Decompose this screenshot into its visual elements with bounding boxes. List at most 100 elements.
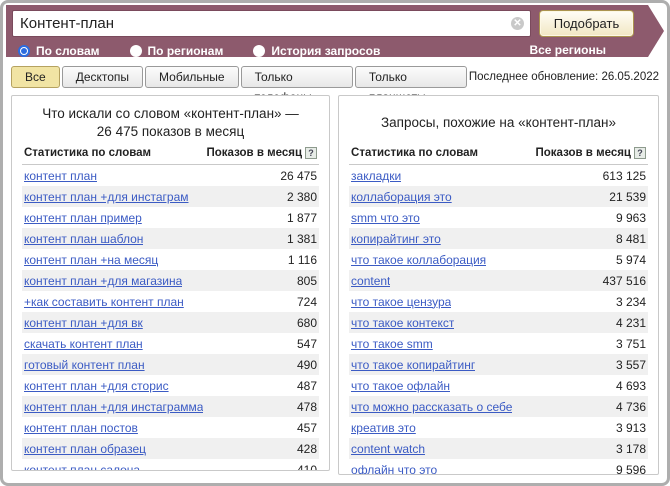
table-row: что можно рассказать о себе4 736 [349, 396, 648, 417]
table-header: Статистика по словам Показов в месяц ? [22, 144, 319, 165]
keyword-link[interactable]: креатив это [351, 421, 416, 435]
search-row: ✕ Подобрать [12, 10, 656, 37]
keyword-link[interactable]: контент план +для вк [24, 316, 143, 330]
shows-value: 9 963 [610, 211, 646, 225]
shows-value: 457 [291, 421, 317, 435]
tab-mobile[interactable]: Мобильные [145, 66, 239, 88]
table-row: коллаборация это21 539 [349, 186, 648, 207]
shows-value: 4 231 [610, 316, 646, 330]
table-row: контент план салона 410 [22, 459, 319, 471]
window-frame: ✕ Подобрать По словам По регионам Истори… [0, 0, 670, 486]
shows-value: 3 234 [610, 295, 646, 309]
keyword-link[interactable]: +как составить контент план [24, 295, 184, 309]
all-regions-link[interactable]: Все регионы [529, 43, 606, 59]
keyword-link[interactable]: smm что это [351, 211, 420, 225]
shows-value: 1 116 [282, 253, 317, 267]
keyword-link[interactable]: контент план +для магазина [24, 274, 182, 288]
table-body: контент план 26 475 контент план +для инс… [22, 165, 319, 471]
table-body: закладки 613 125 коллаборация это21 539 s… [349, 165, 648, 475]
shows-value: 4 693 [610, 379, 646, 393]
tab-phones-only[interactable]: Только телефоны [241, 66, 353, 88]
shows-value: 613 125 [597, 169, 646, 183]
table-row: готовый контент план 490 [22, 354, 319, 375]
mode-by-words-label: По словам [36, 44, 100, 58]
table-row: +как составить контент план 724 [22, 291, 319, 312]
submit-button[interactable]: Подобрать [539, 10, 634, 37]
keyword-link[interactable]: контент план +на месяц [24, 253, 158, 267]
shows-value: 724 [291, 295, 317, 309]
keyword-link[interactable]: контент план +для инстаграмма [24, 400, 203, 414]
search-input-wrap: ✕ [12, 10, 531, 37]
shows-value: 1 381 [281, 232, 317, 246]
keyword-link[interactable]: что такое коллаборация [351, 253, 486, 267]
table-row: контент план пример 1 877 [22, 207, 319, 228]
results-area: Что искали со словом «контент-план» — 26… [11, 95, 659, 475]
keyword-link[interactable]: что можно рассказать о себе [351, 400, 512, 414]
shows-value: 490 [291, 358, 317, 372]
shows-value: 3 751 [610, 337, 646, 351]
mode-by-regions[interactable]: По регионам [130, 44, 224, 58]
mode-query-history[interactable]: История запросов [253, 44, 380, 58]
shows-value: 3 557 [610, 358, 646, 372]
panel-similar-queries: Запросы, похожие на «контент-план» Стати… [338, 95, 659, 475]
table-row: что такое контекст 4 231 [349, 312, 648, 333]
shows-value: 478 [291, 400, 317, 414]
keyword-link[interactable]: контент план постов [24, 421, 138, 435]
col-shows-label: Показов в месяц [536, 147, 632, 159]
keyword-link[interactable]: content [351, 274, 390, 288]
keyword-link[interactable]: что такое контекст [351, 316, 454, 330]
table-row: content watch3 178 [349, 438, 648, 459]
shows-value: 8 481 [610, 232, 646, 246]
keyword-link[interactable]: content watch [351, 442, 425, 456]
table-row: скачать контент план 547 [22, 333, 319, 354]
table-row: что такое цензура 3 234 [349, 291, 648, 312]
keyword-link[interactable]: коллаборация это [351, 190, 452, 204]
keyword-link[interactable]: офлайн что это [351, 463, 437, 476]
col-shows-label: Показов в месяц [207, 147, 303, 159]
mode-query-history-label: История запросов [271, 44, 380, 58]
keyword-link[interactable]: что такое офлайн [351, 379, 450, 393]
help-icon[interactable]: ? [305, 147, 317, 159]
keyword-link[interactable]: контент план +для сторис [24, 379, 169, 393]
table-row: контент план постов 457 [22, 417, 319, 438]
help-icon[interactable]: ? [634, 147, 646, 159]
mode-by-words[interactable]: По словам [18, 44, 100, 58]
tab-all[interactable]: Все [11, 66, 60, 88]
panel-searched-with-word: Что искали со словом «контент-план» — 26… [11, 95, 330, 471]
keyword-link[interactable]: что такое цензура [351, 295, 451, 309]
shows-value: 2 380 [281, 190, 317, 204]
table-row: контент план 26 475 [22, 165, 319, 186]
keyword-link[interactable]: что такое копирайтинг [351, 358, 475, 372]
radio-icon[interactable] [253, 45, 265, 57]
clear-search-icon[interactable]: ✕ [511, 17, 524, 30]
table-row: контент план образец428 [22, 438, 319, 459]
keyword-link[interactable]: контент план пример [24, 211, 142, 225]
mode-by-regions-label: По регионам [148, 44, 224, 58]
keyword-link[interactable]: контент план [24, 169, 97, 183]
radio-selected-icon[interactable] [18, 45, 30, 57]
keyword-link[interactable]: контент план шаблон [24, 232, 143, 246]
search-banner: ✕ Подобрать По словам По регионам Истори… [6, 5, 664, 57]
tab-desktops[interactable]: Десктопы [62, 66, 143, 88]
shows-value: 1 877 [281, 211, 317, 225]
shows-value: 5 974 [610, 253, 646, 267]
table-row: копирайтинг это 8 481 [349, 228, 648, 249]
table-row: закладки 613 125 [349, 165, 648, 186]
keyword-link[interactable]: контент план +для инстаграм [24, 190, 189, 204]
tab-tablets-only[interactable]: Только планшеты [355, 66, 467, 88]
keyword-link[interactable]: копирайтинг это [351, 232, 441, 246]
shows-value: 26 475 [274, 169, 317, 183]
shows-value: 680 [291, 316, 317, 330]
col-keyword-label: Статистика по словам [351, 147, 478, 159]
keyword-link[interactable]: что такое smm [351, 337, 433, 351]
search-input[interactable] [12, 10, 531, 37]
radio-icon[interactable] [130, 45, 142, 57]
shows-value: 547 [291, 337, 317, 351]
keyword-link[interactable]: контент план образец [24, 442, 146, 456]
keyword-link[interactable]: закладки [351, 169, 401, 183]
keyword-link[interactable]: готовый контент план [24, 358, 145, 372]
keyword-link[interactable]: скачать контент план [24, 337, 143, 351]
keyword-link[interactable]: контент план салона [24, 463, 140, 472]
shows-value: 410 [291, 463, 317, 472]
shows-value: 805 [291, 274, 317, 288]
